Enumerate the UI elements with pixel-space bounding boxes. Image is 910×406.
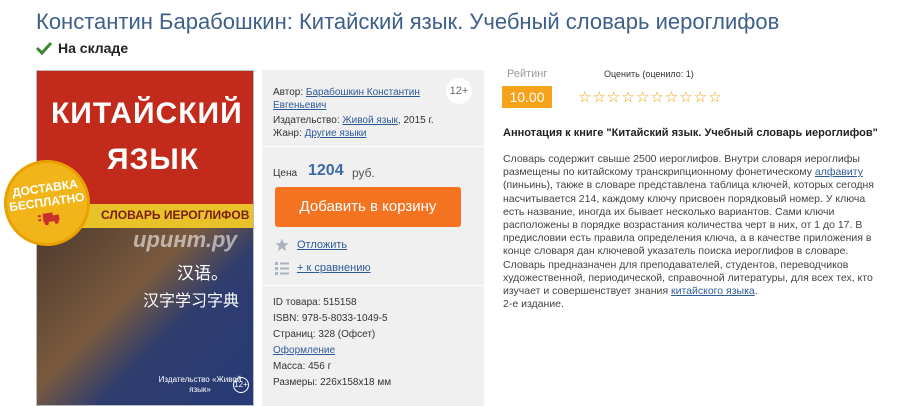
add-to-cart-button[interactable]: Добавить в корзину	[275, 187, 461, 227]
product-design: Оформление	[273, 344, 335, 357]
annotation-title: Аннотация к книге "Китайский язык. Учебн…	[503, 127, 878, 139]
rating-star-icon[interactable]: ☆	[708, 89, 721, 105]
cover-chinese-1: 汉语。	[177, 264, 228, 284]
genre-label: Жанр:	[273, 128, 302, 139]
cover-chinese-2: 汉字学习字典	[143, 291, 240, 310]
star-icon	[275, 238, 289, 251]
author-label: Автор:	[273, 87, 304, 98]
rating-star-icon[interactable]: ☆	[607, 89, 620, 105]
rating-star-icon[interactable]: ☆	[592, 89, 605, 105]
compare-link[interactable]: + к сравнению	[297, 262, 371, 274]
annotation-text: Словарь содержит свыше 2500 иероглифов. …	[503, 153, 860, 179]
divider	[262, 285, 484, 286]
design-link[interactable]: Оформление	[273, 345, 335, 356]
rating-star-icon[interactable]: ☆	[679, 89, 692, 105]
checkmark-icon	[36, 41, 52, 55]
publisher-link[interactable]: Живой язык	[342, 115, 398, 126]
annotation-text: (пиньинь), также в словаре представлена …	[503, 179, 874, 258]
alphabet-link[interactable]: алфавиту	[815, 166, 863, 178]
author-link-1[interactable]: Барабошкин Константин	[306, 87, 420, 98]
product-id: ID товара: 515158	[273, 297, 357, 308]
product-info-box: 12+ Автор: Барабошкин Константин Евгенье…	[262, 70, 484, 406]
rating-star-icon[interactable]: ☆	[665, 89, 678, 105]
postpone-link[interactable]: Отложить	[297, 239, 347, 251]
product-pages: Страниц: 328 (Офсет)	[273, 329, 376, 340]
postpone-action[interactable]: Отложить	[275, 238, 347, 252]
age-rating-badge: 12+	[446, 78, 472, 104]
cover-title-line2: ЯЗЫК	[107, 143, 200, 176]
rating-star-icon[interactable]: ☆	[650, 89, 663, 105]
rating-star-icon[interactable]: ☆	[578, 89, 591, 105]
cover-age: 12+	[233, 377, 249, 393]
cover-subtitle: СЛОВАРЬ ИЕРОГЛИФОВ	[101, 208, 250, 222]
publisher-line: Издательство: Живой язык, 2015 г.	[273, 114, 434, 127]
product-isbn: ISBN: 978-5-8033-1049-5	[273, 313, 388, 324]
rating-stars[interactable]: ☆ ☆ ☆ ☆ ☆ ☆ ☆ ☆ ☆ ☆	[578, 89, 722, 105]
rating-star-icon[interactable]: ☆	[636, 89, 649, 105]
annotation-body: Словарь содержит свыше 2500 иероглифов. …	[503, 153, 885, 311]
price-label: Цена	[273, 168, 298, 179]
product-size: Размеры: 226x158x18 мм	[273, 377, 392, 388]
rating-star-icon[interactable]: ☆	[621, 89, 634, 105]
list-icon	[275, 262, 289, 275]
chinese-language-link[interactable]: китайского языка	[671, 285, 755, 297]
publisher-year: , 2015 г.	[397, 115, 434, 126]
compare-action[interactable]: + к сравнению	[275, 261, 371, 275]
truck-icon	[37, 212, 60, 226]
page-title: Константин Барабошкин: Китайский язык. У…	[36, 9, 780, 34]
genre-link[interactable]: Другие языки	[305, 128, 367, 139]
publisher-label: Издательство:	[273, 115, 340, 126]
author-link-2[interactable]: Евгеньевич	[273, 100, 326, 111]
cover-title-line1: КИТАЙСКИЙ	[51, 97, 243, 130]
rating-value: 10.00	[502, 86, 552, 108]
divider	[262, 146, 484, 147]
price-currency: руб.	[352, 166, 375, 180]
price-value: 1204	[308, 162, 344, 179]
annotation-edition: 2-е издание.	[503, 298, 564, 311]
genre-line: Жанр: Другие языки	[273, 127, 367, 140]
annotation-text: .	[754, 285, 758, 298]
rating-star-icon[interactable]: ☆	[694, 89, 707, 105]
rating-label: Рейтинг	[507, 68, 548, 80]
stock-status: На складе	[36, 40, 128, 56]
author-line: Автор: Барабошкин Константин	[273, 86, 420, 99]
author-line-2: Евгеньевич	[273, 99, 326, 112]
stock-label: На складе	[58, 40, 129, 56]
product-weight: Масса: 456 г	[273, 361, 332, 372]
rate-label: Оценить (оценило: 1)	[604, 69, 694, 79]
cover-watermark: ирuнт.ру	[133, 227, 238, 252]
